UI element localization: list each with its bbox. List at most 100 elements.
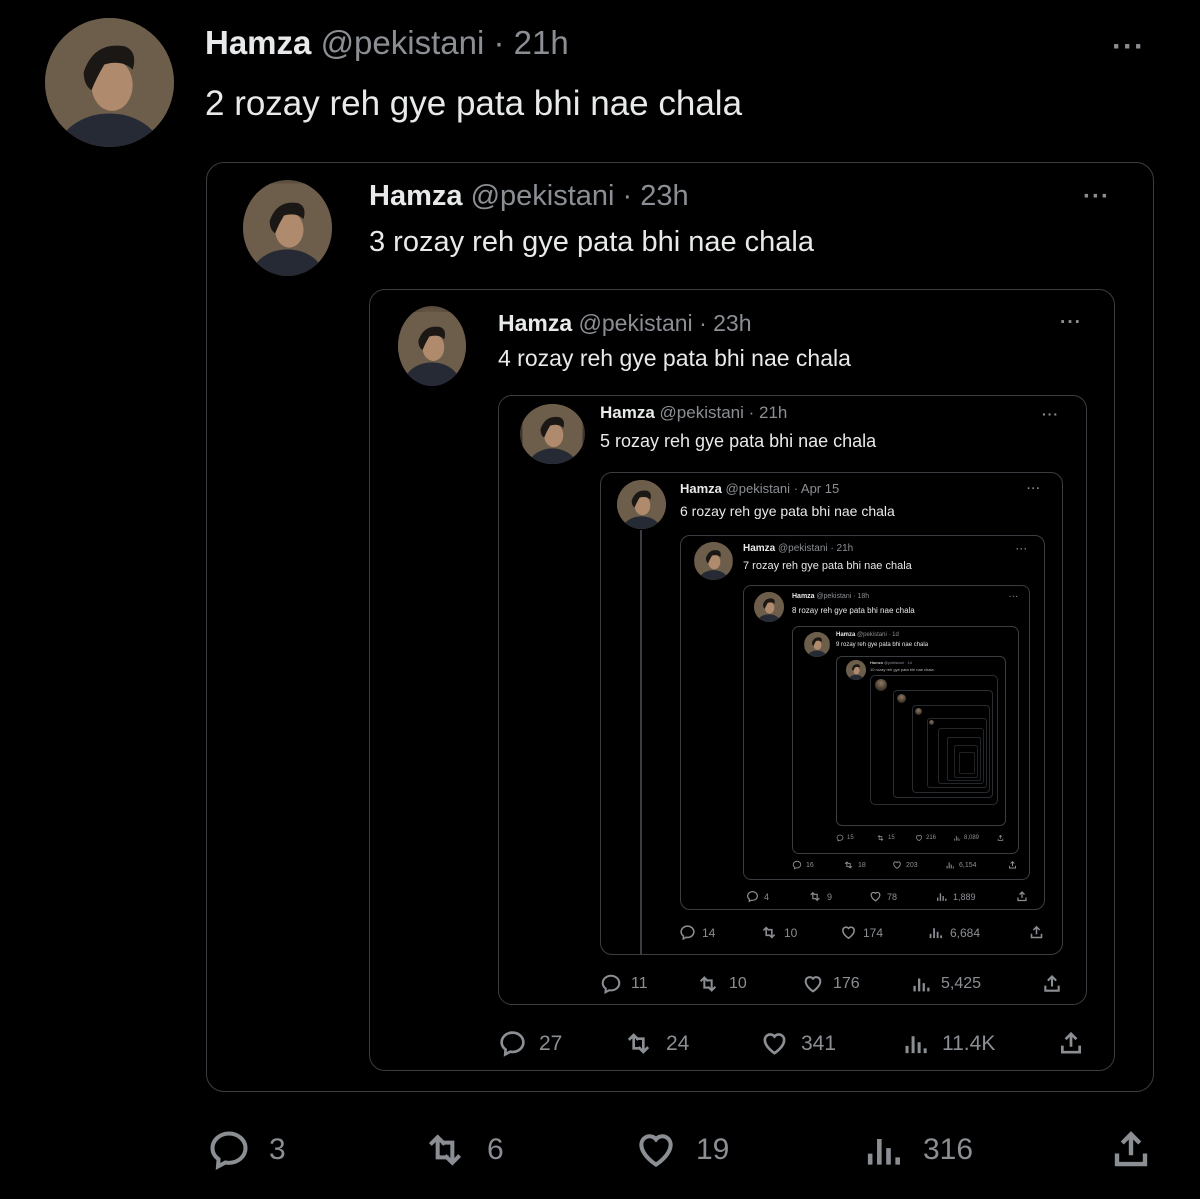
like-button[interactable]: 174: [840, 924, 883, 941]
views-button[interactable]: 8,089: [953, 834, 979, 842]
author-handle[interactable]: @pekistani: [579, 310, 693, 336]
retweet-button[interactable]: 24: [623, 1029, 689, 1058]
author-handle[interactable]: @pekistani: [726, 481, 791, 496]
reply-icon: [601, 974, 621, 995]
tweet-time[interactable]: · 23h: [699, 310, 751, 336]
reply-button[interactable]: 11: [600, 973, 648, 995]
share-button[interactable]: [997, 834, 1004, 842]
reply-button[interactable]: 3: [207, 1128, 286, 1172]
views-button[interactable]: 6,154: [945, 860, 977, 870]
avatar[interactable]: [45, 18, 174, 147]
reply-button[interactable]: 16: [792, 860, 814, 870]
author-handle[interactable]: @pekistani: [471, 180, 615, 212]
author-handle[interactable]: @pekistani: [321, 24, 485, 61]
reply-icon: [680, 925, 695, 941]
like-button[interactable]: 78: [869, 890, 897, 903]
more-icon[interactable]: ···: [1027, 484, 1041, 495]
author-name[interactable]: Hamza @pekistani · 18h: [792, 593, 869, 600]
avatar[interactable]: [694, 542, 733, 580]
author-name[interactable]: Hamza @pekistani · 23h: [369, 180, 689, 213]
avatar[interactable]: [754, 592, 784, 622]
reply-icon: [210, 1131, 248, 1171]
tweet-time[interactable]: · 23h: [623, 180, 689, 212]
retweet-icon: [428, 1134, 462, 1166]
tweet-text: 9 rozay reh gye pata bhi nae chala: [836, 642, 929, 648]
quoted-tweet-deeper: [959, 752, 975, 774]
reply-button[interactable]: 27: [498, 1029, 562, 1058]
thread-line: [640, 530, 642, 955]
retweet-button[interactable]: 10: [760, 924, 797, 941]
views-button[interactable]: 11.4K: [901, 1029, 995, 1058]
share-button[interactable]: [1110, 1128, 1152, 1172]
avatar[interactable]: [398, 306, 466, 386]
share-icon: [1114, 1131, 1148, 1167]
author-handle[interactable]: @pekistani: [884, 660, 904, 665]
avatar: [875, 679, 887, 691]
author-name[interactable]: Hamza @pekistani · Apr 15: [680, 481, 839, 496]
author-name[interactable]: Hamza @pekistani · 21h: [600, 403, 787, 423]
author-handle[interactable]: @pekistani: [857, 632, 887, 638]
tweet-text: 5 rozay reh gye pata bhi nae chala: [600, 431, 877, 451]
views-icon: [913, 978, 930, 992]
retweet-button[interactable]: 18: [843, 860, 866, 870]
tweet-text: 7 rozay reh gye pata bhi nae chala: [743, 560, 912, 572]
views-button[interactable]: 1,889: [935, 890, 976, 903]
author-handle[interactable]: @pekistani: [778, 543, 828, 554]
reply-icon: [747, 891, 758, 903]
author-name[interactable]: Hamza @pekistani · 1d: [870, 660, 912, 665]
share-button[interactable]: [1042, 973, 1062, 995]
reply-button[interactable]: 14: [679, 924, 715, 941]
more-icon[interactable]: ···: [1112, 32, 1145, 62]
like-button[interactable]: 176: [802, 973, 860, 995]
author-name[interactable]: Hamza @pekistani · 23h: [498, 310, 752, 337]
author-name[interactable]: Hamza @pekistani · 21h: [205, 24, 569, 62]
reply-button[interactable]: 15: [836, 834, 854, 842]
avatar[interactable]: [804, 632, 830, 657]
tweet-time[interactable]: · 21h: [493, 24, 568, 61]
views-icon: [946, 862, 954, 869]
tweet-text: 10 rozay reh gye pata bhi nae chala: [870, 667, 934, 672]
avatar[interactable]: [243, 180, 332, 276]
reply-button[interactable]: 4: [746, 890, 769, 903]
share-button[interactable]: [1008, 860, 1017, 870]
views-icon: [867, 1139, 900, 1165]
more-icon[interactable]: ···: [1060, 313, 1082, 332]
more-icon[interactable]: ···: [1083, 185, 1110, 209]
more-icon[interactable]: ···: [1016, 545, 1028, 554]
retweet-button[interactable]: 15: [876, 834, 895, 842]
tweet-text: 3 rozay reh gye pata bhi nae chala: [369, 226, 814, 258]
author-name[interactable]: Hamza @pekistani · 1d: [836, 632, 899, 638]
views-button[interactable]: 5,425: [910, 973, 981, 995]
avatar[interactable]: [846, 660, 866, 680]
share-button[interactable]: [1029, 924, 1044, 941]
retweet-button[interactable]: 9: [808, 890, 832, 903]
views-button[interactable]: 316: [861, 1128, 973, 1172]
share-button[interactable]: [1016, 890, 1028, 903]
avatar: [929, 720, 934, 725]
views-button[interactable]: 6,684: [927, 924, 980, 941]
avatar[interactable]: [617, 480, 666, 529]
retweet-button[interactable]: 10: [696, 973, 747, 995]
like-button[interactable]: 216: [915, 834, 936, 842]
share-icon: [997, 834, 1004, 841]
author-handle[interactable]: @pekistani: [660, 403, 744, 422]
like-button[interactable]: 341: [760, 1029, 836, 1058]
share-button[interactable]: [1058, 1029, 1084, 1058]
share-icon: [1030, 925, 1043, 939]
more-icon[interactable]: ···: [1009, 594, 1019, 601]
tweet-time[interactable]: · 21h: [749, 403, 788, 422]
tweet-text: 6 rozay reh gye pata bhi nae chala: [680, 503, 895, 519]
tweet-time[interactable]: · 21h: [830, 543, 853, 554]
avatar[interactable]: [520, 404, 585, 464]
tweet-time[interactable]: · 18h: [853, 593, 869, 600]
tweet-time[interactable]: · 1d: [888, 632, 898, 638]
more-icon[interactable]: ···: [1042, 407, 1059, 421]
tweet-time[interactable]: · Apr 15: [794, 481, 840, 496]
like-button[interactable]: 19: [634, 1128, 729, 1172]
like-button[interactable]: 203: [892, 860, 918, 870]
author-handle[interactable]: @pekistani: [817, 593, 852, 600]
author-name[interactable]: Hamza @pekistani · 21h: [743, 543, 853, 554]
retweet-icon: [699, 976, 717, 992]
tweet-time[interactable]: · 1d: [905, 660, 912, 665]
retweet-button[interactable]: 6: [421, 1128, 504, 1172]
